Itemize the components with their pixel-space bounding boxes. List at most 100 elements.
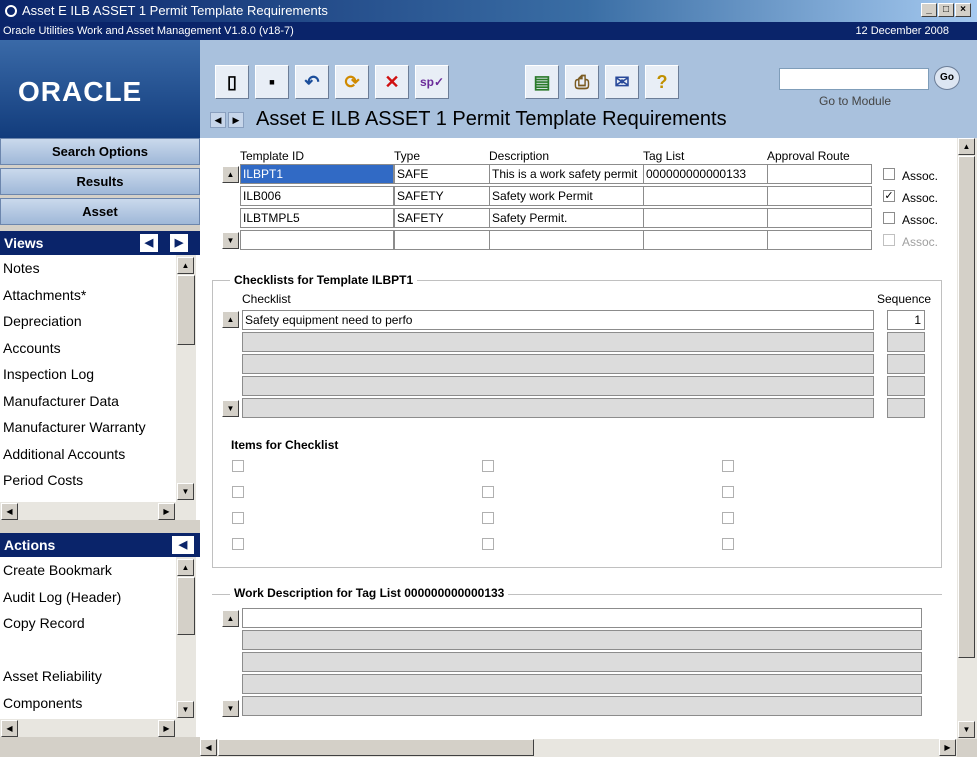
actions-item[interactable]: Audit Log (Header) — [3, 589, 121, 605]
actions-hscrollbar[interactable] — [0, 719, 176, 737]
close-button[interactable]: × — [955, 3, 971, 17]
views-item[interactable]: Additional Accounts — [3, 446, 125, 462]
item-checkbox[interactable] — [482, 512, 494, 524]
help-icon[interactable]: ? — [645, 65, 679, 99]
item-checkbox[interactable] — [232, 486, 244, 498]
item-checkbox[interactable] — [232, 538, 244, 550]
checklist-cell[interactable] — [242, 398, 874, 418]
scroll-up-icon[interactable]: ▲ — [958, 138, 975, 155]
views-item[interactable]: Manufacturer Data — [3, 393, 119, 409]
views-next-icon[interactable]: ▶ — [170, 234, 188, 252]
views-item[interactable]: Notes — [3, 260, 40, 276]
actions-scroll-thumb[interactable] — [177, 577, 195, 635]
template-cell-approval_route[interactable] — [767, 230, 872, 250]
template-cell-id[interactable]: ILBTMPL5 — [240, 208, 394, 228]
sequence-cell[interactable] — [887, 398, 925, 418]
views-prev-icon[interactable]: ◀ — [140, 234, 158, 252]
template-cell-id[interactable]: ILBPT1 — [240, 164, 394, 184]
checklist-cell[interactable] — [242, 354, 874, 374]
template-cell-approval_route[interactable] — [767, 208, 872, 228]
views-item[interactable]: Depreciation — [3, 313, 82, 329]
undo-icon[interactable]: ↶ — [295, 65, 329, 99]
new-record-icon[interactable]: ▯ — [215, 65, 249, 99]
sequence-cell[interactable] — [887, 354, 925, 374]
checklist-scroll-up-icon[interactable]: ▲ — [222, 311, 239, 328]
template-cell-type[interactable]: SAFETY — [394, 186, 490, 206]
work-desc-row[interactable] — [242, 630, 922, 650]
template-cell-type[interactable]: SAFETY — [394, 208, 490, 228]
work-desc-row[interactable] — [242, 674, 922, 694]
spell-check-icon[interactable]: sp✓ — [415, 65, 449, 99]
views-scroll-left-icon[interactable]: ◀ — [1, 503, 18, 520]
scroll-thumb[interactable] — [958, 156, 975, 658]
item-checkbox[interactable] — [722, 538, 734, 550]
work-desc-row[interactable] — [242, 608, 922, 628]
item-checkbox[interactable] — [482, 460, 494, 472]
views-hscrollbar[interactable] — [0, 502, 176, 520]
template-cell-tag_list[interactable] — [643, 230, 768, 250]
sequence-cell[interactable]: 1 — [887, 310, 925, 330]
go-to-module-input[interactable] — [779, 68, 929, 90]
actions-item[interactable]: Components — [3, 695, 82, 711]
scroll-left-icon[interactable]: ◀ — [200, 739, 217, 756]
template-cell-description[interactable] — [489, 230, 644, 250]
assoc-checkbox[interactable] — [883, 212, 895, 224]
item-checkbox[interactable] — [232, 460, 244, 472]
assoc-checkbox[interactable] — [883, 168, 895, 180]
work-desc-row[interactable] — [242, 696, 922, 716]
assoc-checkbox[interactable]: ✓ — [883, 190, 895, 202]
views-item[interactable]: Manufacturer Warranty — [3, 419, 146, 435]
search-options-button[interactable]: Search Options — [0, 138, 200, 165]
hscroll-thumb[interactable] — [218, 739, 534, 756]
actions-scroll-down-icon[interactable]: ▼ — [177, 701, 194, 718]
template-cell-tag_list[interactable] — [643, 208, 768, 228]
vertical-scrollbar[interactable]: ▲ ▼ — [957, 138, 977, 739]
scroll-right-icon[interactable]: ▶ — [939, 739, 956, 756]
scroll-down-icon[interactable]: ▼ — [958, 721, 975, 738]
item-checkbox[interactable] — [232, 512, 244, 524]
horizontal-scrollbar[interactable]: ◀ ▶ — [200, 739, 957, 757]
previous-record-icon[interactable]: ◀ — [210, 112, 226, 128]
item-checkbox[interactable] — [722, 486, 734, 498]
actions-item[interactable]: Create Bookmark — [3, 562, 112, 578]
actions-item[interactable]: Asset Reliability — [3, 668, 102, 684]
template-cell-description[interactable]: Safety work Permit — [489, 186, 644, 206]
item-checkbox[interactable] — [722, 512, 734, 524]
checklist-cell[interactable] — [242, 376, 874, 396]
views-scroll-up-icon[interactable]: ▲ — [177, 257, 194, 274]
delete-icon[interactable]: ✕ — [375, 65, 409, 99]
item-checkbox[interactable] — [722, 460, 734, 472]
work-desc-row[interactable] — [242, 652, 922, 672]
template-scroll-down-icon[interactable]: ▼ — [222, 232, 239, 249]
actions-item[interactable]: Copy Record — [3, 615, 85, 631]
template-cell-id[interactable] — [240, 230, 394, 250]
template-cell-approval_route[interactable] — [767, 164, 872, 184]
asset-button[interactable]: Asset — [0, 198, 200, 225]
template-cell-description[interactable]: Safety Permit. — [489, 208, 644, 228]
views-scroll-thumb[interactable] — [177, 275, 195, 345]
views-item[interactable]: Period Costs — [3, 472, 83, 488]
work-desc-scroll-up-icon[interactable]: ▲ — [222, 610, 239, 627]
maximize-button[interactable]: □ — [938, 3, 954, 17]
views-item[interactable]: Accounts — [3, 340, 61, 356]
template-cell-type[interactable]: SAFE — [394, 164, 490, 184]
mail-icon[interactable]: ✉ — [605, 65, 639, 99]
refresh-icon[interactable]: ⟳ — [335, 65, 369, 99]
views-item[interactable]: Inspection Log — [3, 366, 94, 382]
checklist-scroll-down-icon[interactable]: ▼ — [222, 400, 239, 417]
item-checkbox[interactable] — [482, 486, 494, 498]
actions-scroll-left-icon[interactable]: ◀ — [1, 720, 18, 737]
template-cell-id[interactable]: ILB006 — [240, 186, 394, 206]
next-record-icon[interactable]: ▶ — [228, 112, 244, 128]
actions-scroll-up-icon[interactable]: ▲ — [177, 559, 194, 576]
template-scroll-up-icon[interactable]: ▲ — [222, 166, 239, 183]
work-desc-scroll-down-icon[interactable]: ▼ — [222, 700, 239, 717]
minimize-button[interactable]: _ — [921, 3, 937, 17]
checklist-cell[interactable]: Safety equipment need to perfo — [242, 310, 874, 330]
template-cell-tag_list[interactable]: 000000000000133 — [643, 164, 768, 184]
views-scroll-down-icon[interactable]: ▼ — [177, 483, 194, 500]
sequence-cell[interactable] — [887, 376, 925, 396]
print-icon[interactable]: ⎙ — [565, 65, 599, 99]
views-item[interactable]: Attachments* — [3, 287, 86, 303]
template-cell-approval_route[interactable] — [767, 186, 872, 206]
